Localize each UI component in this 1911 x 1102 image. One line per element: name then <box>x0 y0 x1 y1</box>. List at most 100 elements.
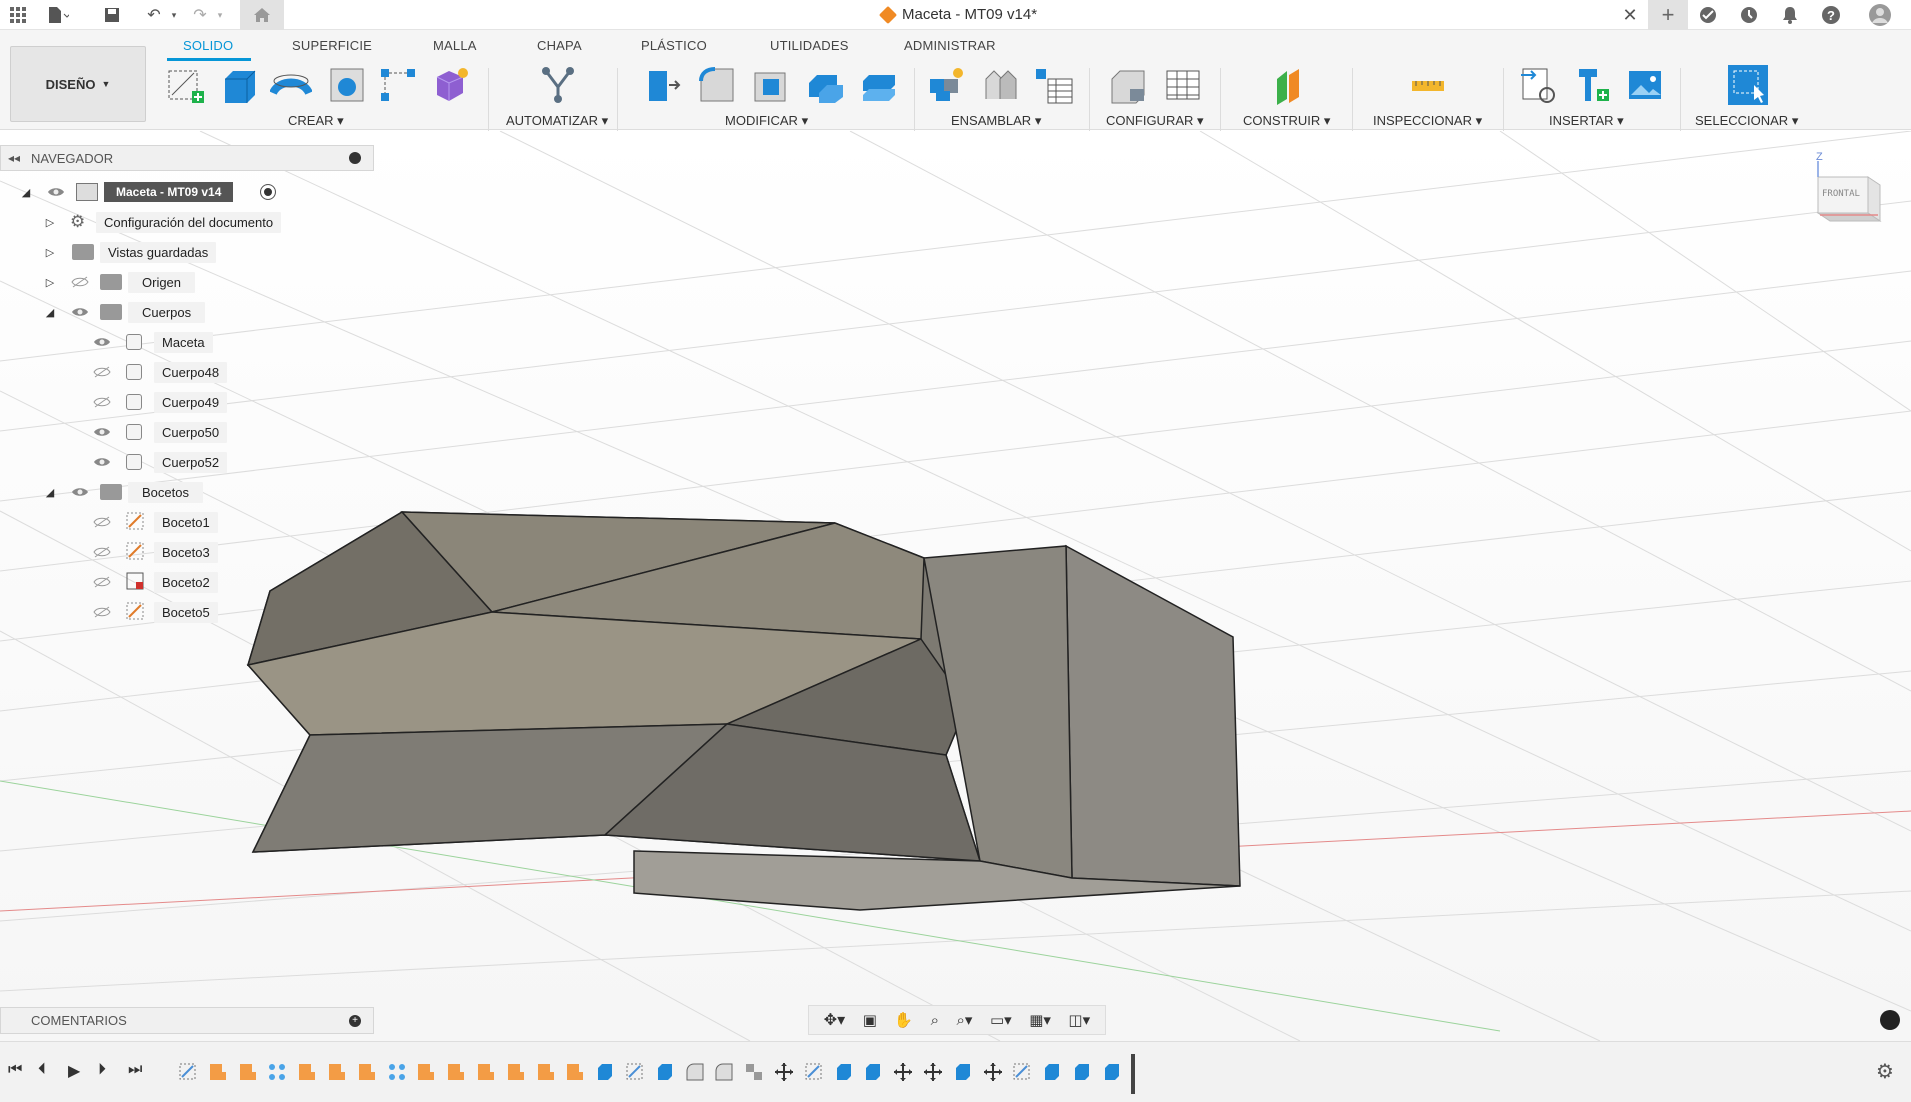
new-component-icon[interactable] <box>925 64 967 106</box>
file-menu-icon[interactable] <box>46 3 70 27</box>
orbit-icon[interactable]: ✥▾ <box>824 1010 845 1030</box>
hidden-eye-icon[interactable] <box>92 365 112 379</box>
timeline-move-icon[interactable] <box>983 1062 1003 1082</box>
tab-utilidades[interactable]: UTILIDADES <box>770 38 849 53</box>
collapse-triangle-icon[interactable]: ◢ <box>44 306 56 319</box>
expand-triangle-icon[interactable]: ▷ <box>44 276 56 289</box>
configure-icon[interactable] <box>1107 64 1149 106</box>
timeline-body-icon[interactable] <box>1072 1062 1092 1082</box>
timeline-move-icon[interactable] <box>893 1062 913 1082</box>
offset-plane-icon[interactable] <box>1270 64 1312 106</box>
expand-triangle-icon[interactable]: ◢ <box>20 186 32 199</box>
timeline-move-icon[interactable] <box>774 1062 794 1082</box>
tab-superficie[interactable]: SUPERFICIE <box>292 38 372 53</box>
graphics-status-icon[interactable] <box>1880 1010 1900 1030</box>
press-pull-icon[interactable] <box>642 64 684 106</box>
timeline-body-icon[interactable] <box>595 1062 615 1082</box>
timeline-body-icon[interactable] <box>953 1062 973 1082</box>
insert-mcmaster-icon[interactable] <box>1572 64 1614 106</box>
timeline-feat-icon[interactable] <box>565 1062 585 1082</box>
navigator-header[interactable]: ◂◂ NAVEGADOR <box>0 145 374 171</box>
combine-icon[interactable] <box>804 64 846 106</box>
timeline-sketch-icon[interactable] <box>1012 1062 1032 1082</box>
group-insertar[interactable]: INSERTAR ▾ <box>1549 113 1624 129</box>
offset-face-icon[interactable] <box>858 64 900 106</box>
timeline-body-icon[interactable] <box>655 1062 675 1082</box>
hidden-eye-icon[interactable] <box>92 515 112 529</box>
home-tab[interactable] <box>240 0 284 30</box>
sweep-icon[interactable] <box>326 64 368 106</box>
viewports-icon[interactable]: ◫▾ <box>1068 1011 1090 1029</box>
group-modificar[interactable]: MODIFICAR ▾ <box>725 113 808 129</box>
group-ensamblar[interactable]: ENSAMBLAR ▾ <box>951 113 1041 129</box>
extrude-icon[interactable] <box>218 64 260 106</box>
bill-of-materials-icon[interactable] <box>1033 64 1075 106</box>
group-automatizar[interactable]: AUTOMATIZAR ▾ <box>506 113 608 129</box>
timeline-sketch-icon[interactable] <box>178 1062 198 1082</box>
select-icon[interactable] <box>1726 64 1768 106</box>
timeline-sketch-icon[interactable] <box>804 1062 824 1082</box>
tab-solido[interactable]: SOLIDO <box>183 38 233 53</box>
timeline-feat-icon[interactable] <box>416 1062 436 1082</box>
visibility-eye-icon[interactable] <box>70 305 90 319</box>
workspace-switcher[interactable]: DISEÑO ▼ <box>10 46 146 122</box>
help-icon[interactable]: ? <box>1819 3 1843 27</box>
expand-triangle-icon[interactable]: ▷ <box>44 246 56 259</box>
tab-plastico[interactable]: PLÁSTICO <box>641 38 707 53</box>
fillet-icon[interactable] <box>696 64 738 106</box>
insert-derive-icon[interactable] <box>1518 64 1560 106</box>
collapse-triangle-icon[interactable]: ◢ <box>44 486 56 499</box>
timeline-feat-icon[interactable] <box>536 1062 556 1082</box>
hidden-eye-icon[interactable] <box>92 605 112 619</box>
insert-canvas-icon[interactable] <box>1624 64 1666 106</box>
visibility-eye-icon[interactable] <box>70 485 90 499</box>
go-to-end-icon[interactable]: ⏭ <box>128 1061 142 1079</box>
timeline-body-icon[interactable] <box>863 1062 883 1082</box>
measure-icon[interactable] <box>1407 64 1449 106</box>
pot-body-faceted[interactable] <box>246 511 982 862</box>
timeline-fillet-icon[interactable] <box>714 1062 734 1082</box>
group-seleccionar[interactable]: SELECCIONAR ▾ <box>1695 113 1798 129</box>
tab-chapa[interactable]: CHAPA <box>537 38 582 53</box>
view-cube[interactable]: Z FRONTAL <box>1810 151 1890 229</box>
create-sketch-icon[interactable] <box>165 64 207 106</box>
new-tab-button[interactable]: + <box>1648 0 1688 30</box>
timeline-body-icon[interactable] <box>1042 1062 1062 1082</box>
joint-icon[interactable] <box>979 64 1021 106</box>
play-icon[interactable]: ▶ <box>68 1061 80 1081</box>
visibility-eye-icon[interactable] <box>46 185 66 199</box>
timeline-joint-icon[interactable] <box>744 1062 764 1082</box>
expand-triangle-icon[interactable]: ▷ <box>44 216 56 229</box>
extensions-icon[interactable] <box>1696 3 1720 27</box>
hidden-eye-icon[interactable] <box>92 545 112 559</box>
hidden-eye-icon[interactable] <box>92 575 112 589</box>
group-construir[interactable]: CONSTRUIR ▾ <box>1243 113 1330 129</box>
redo-dropdown-icon[interactable]: ▾ <box>208 3 232 27</box>
app-grid-icon[interactable] <box>6 3 30 27</box>
add-comment-icon[interactable]: + <box>349 1015 361 1027</box>
timeline-feat-icon[interactable] <box>327 1062 347 1082</box>
timeline-feat-icon[interactable] <box>446 1062 466 1082</box>
step-back-icon[interactable]: ⏴ <box>38 1061 46 1079</box>
timeline-pattern-icon[interactable] <box>267 1062 287 1082</box>
tab-malla[interactable]: MALLA <box>433 38 477 53</box>
hidden-eye-icon[interactable] <box>70 275 90 289</box>
tab-administrar[interactable]: ADMINISTRAR <box>904 38 996 53</box>
visibility-eye-icon[interactable] <box>92 335 112 349</box>
pan-hand-icon[interactable]: ✋ <box>894 1011 913 1029</box>
look-at-icon[interactable]: ▣ <box>863 1011 877 1029</box>
step-forward-icon[interactable]: ⏵ <box>98 1061 106 1079</box>
comments-panel[interactable]: COMENTARIOS + <box>0 1007 374 1034</box>
timeline-pattern-icon[interactable] <box>387 1062 407 1082</box>
group-crear[interactable]: CREAR ▾ <box>288 113 344 129</box>
revolve-icon[interactable] <box>270 64 312 106</box>
activate-radio-icon[interactable] <box>260 184 276 200</box>
zoom-icon[interactable]: ⌕ <box>931 1012 939 1029</box>
display-settings-icon[interactable]: ▭▾ <box>990 1011 1012 1029</box>
timeline-fillet-icon[interactable] <box>685 1062 705 1082</box>
group-configurar[interactable]: CONFIGURAR ▾ <box>1106 113 1204 129</box>
automate-icon[interactable] <box>537 64 579 106</box>
canvas-viewport[interactable]: Z FRONTAL <box>0 131 1911 1041</box>
close-tab-icon[interactable]: ✕ <box>1618 3 1642 27</box>
collapse-panel-icon[interactable]: ◂◂ <box>8 151 20 165</box>
